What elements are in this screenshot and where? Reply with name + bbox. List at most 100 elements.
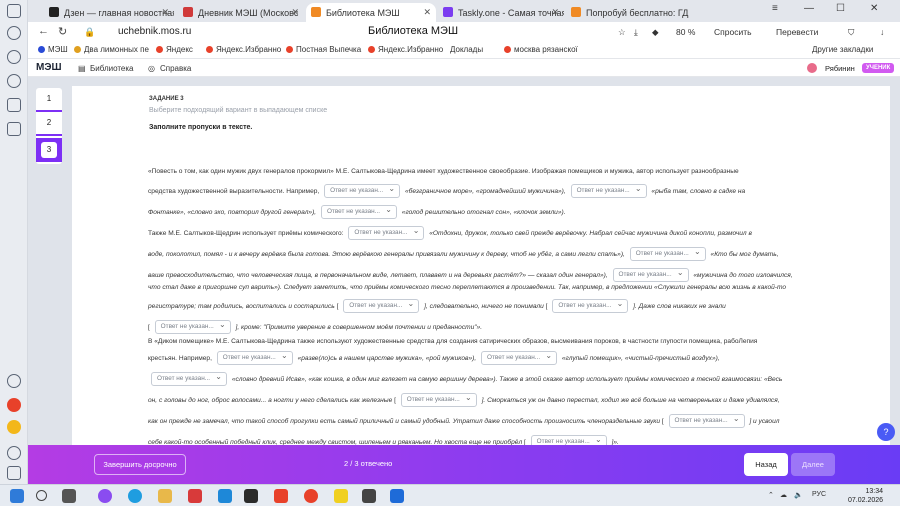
user-name[interactable]: Рябинин: [825, 64, 855, 73]
tray-up-icon[interactable]: ⌃: [768, 491, 774, 499]
question-1-button[interactable]: 1: [36, 88, 62, 112]
minimize-icon[interactable]: —: [804, 3, 814, 14]
bookmark-item[interactable]: Яндекс: [156, 45, 193, 54]
avatar[interactable]: [807, 63, 817, 73]
edge-icon[interactable]: [128, 489, 142, 503]
answer-dropdown[interactable]: Ответ не указан...: [400, 392, 477, 407]
extension-icon[interactable]: ◆: [652, 27, 659, 38]
task-card: ЗАДАНИЕ 3 Выберите подходящий вариант в …: [72, 86, 890, 449]
url-field[interactable]: uchebnik.mos.ru: [118, 26, 191, 37]
yandex-icon: [206, 46, 213, 53]
search-icon[interactable]: [36, 490, 47, 501]
question-2-button[interactable]: 2: [36, 112, 62, 136]
store-icon[interactable]: [188, 489, 202, 503]
task-instruction: Заполните пропуски в тексте.: [149, 124, 253, 131]
translate-icon[interactable]: [7, 50, 21, 64]
tab-label: Попробуй бесплатно: ГД: [586, 7, 689, 18]
app-icon[interactable]: [362, 489, 376, 503]
sidebar-toggle-icon[interactable]: [7, 4, 21, 18]
app-icon[interactable]: [244, 489, 258, 503]
close-icon[interactable]: ✕: [161, 7, 169, 18]
tab-diary[interactable]: Дневник МЭШ (Московс ✕: [178, 3, 304, 22]
text-segment: крестьян. Например,: [148, 354, 212, 362]
answer-dropdown[interactable]: Ответ не указан...: [629, 246, 706, 261]
mesh-logo[interactable]: МЭШ: [36, 62, 62, 73]
close-icon[interactable]: ✕: [291, 7, 299, 18]
bookmark-item[interactable]: Два лимонных пе: [74, 45, 149, 54]
answer-dropdown[interactable]: Ответ не указан...: [348, 225, 425, 240]
add-panel-icon[interactable]: [7, 374, 21, 388]
tab-label: Дзен — главная новостная: [64, 7, 174, 18]
answer-dropdown[interactable]: Ответ не указан...: [151, 371, 227, 386]
yandex-browser-icon[interactable]: [304, 489, 318, 503]
answer-dropdown[interactable]: Ответ не указан...: [216, 350, 293, 365]
close-icon[interactable]: ✕: [423, 7, 431, 18]
help-link[interactable]: Справка: [160, 64, 191, 73]
close-icon[interactable]: ✕: [551, 7, 559, 18]
bookmark-item[interactable]: Постная Выпечка: [286, 45, 361, 54]
text-line: воде, поколотил, помял - и к вечеру верё…: [148, 246, 779, 261]
shield-icon[interactable]: ⛉: [848, 27, 854, 38]
mail-app-icon[interactable]: [7, 398, 21, 412]
zoom-level[interactable]: 80 %: [676, 27, 695, 37]
bookmark-folder[interactable]: Доклады: [440, 45, 483, 54]
answer-dropdown[interactable]: Ответ не указан...: [570, 183, 647, 198]
office-icon[interactable]: [274, 489, 288, 503]
volume-icon[interactable]: 🔈: [794, 491, 803, 499]
market-app-icon[interactable]: [7, 420, 21, 434]
clock[interactable]: 13:34 07.02.2026: [848, 487, 883, 505]
library-link[interactable]: Библиотека: [90, 64, 134, 73]
answer-dropdown[interactable]: Ответ не указан...: [320, 204, 397, 219]
answer-dropdown[interactable]: Ответ не указан...: [324, 183, 401, 198]
bookmark-item[interactable]: Яндекс.Избранно: [206, 45, 281, 54]
app-icon[interactable]: [390, 489, 404, 503]
file-explorer-icon[interactable]: [158, 489, 172, 503]
finish-early-button[interactable]: Завершить досрочно: [94, 454, 186, 475]
question-3-button[interactable]: 3: [36, 138, 62, 162]
bookmark-item[interactable]: москва рязанскої: [504, 45, 578, 54]
video-icon[interactable]: [7, 74, 21, 88]
back-button[interactable]: Назад: [744, 453, 788, 476]
tab-library[interactable]: Библиотека МЭШ ✕: [306, 3, 436, 22]
history-icon[interactable]: [7, 26, 21, 40]
tab-dzen[interactable]: Дзен — главная новостная ✕: [44, 3, 174, 22]
mesh-icon: [38, 46, 45, 53]
text-segment: «Отдохни, дружок, только свей прежде вер…: [429, 229, 752, 237]
bookmark-item[interactable]: МЭШ: [38, 45, 68, 54]
download-icon[interactable]: ⤓: [634, 27, 638, 38]
bookmark-item[interactable]: Яндекс.Избранно: [368, 45, 443, 54]
alice-icon[interactable]: [98, 489, 112, 503]
answer-dropdown[interactable]: Ответ не указан...: [154, 319, 231, 334]
task-view-icon[interactable]: [62, 489, 76, 503]
tab-taskly[interactable]: Taskly.one - Самая точная ✕: [438, 3, 564, 22]
answer-dropdown[interactable]: Ответ не указан...: [612, 267, 689, 282]
language-indicator[interactable]: РУС: [812, 491, 826, 498]
back-arrow-icon[interactable]: ←: [38, 25, 49, 37]
answer-dropdown[interactable]: Ответ не указан...: [668, 413, 745, 428]
reload-icon[interactable]: ↻: [58, 25, 67, 38]
collections-icon[interactable]: [7, 98, 21, 112]
tab-try-free[interactable]: Попробуй бесплатно: ГД: [566, 3, 690, 22]
downloads-icon[interactable]: ↓: [880, 27, 884, 37]
notes-icon[interactable]: [7, 122, 21, 136]
next-button[interactable]: Далее: [791, 453, 835, 476]
windows-start-icon[interactable]: [10, 489, 24, 503]
text-segment: «глупый помещик», «чистый-пречистый возд…: [561, 354, 720, 362]
tab-actions-icon[interactable]: ≡: [772, 3, 778, 14]
help-button[interactable]: ?: [877, 423, 895, 441]
music-app-icon[interactable]: [7, 446, 21, 460]
settings-icon[interactable]: [7, 466, 21, 480]
window-close-icon[interactable]: ✕: [870, 3, 878, 14]
answer-dropdown[interactable]: Ответ не указан...: [552, 298, 629, 313]
yandex-app-icon[interactable]: [334, 489, 348, 503]
ask-button[interactable]: Спросить: [714, 27, 752, 37]
maximize-icon[interactable]: ☐: [836, 3, 845, 14]
other-bookmarks-folder[interactable]: Другие закладки: [802, 45, 873, 54]
answer-dropdown[interactable]: Ответ не указан...: [481, 350, 558, 365]
network-icon[interactable]: ☁: [780, 491, 787, 499]
skype-icon[interactable]: [218, 489, 232, 503]
answer-dropdown[interactable]: Ответ не указан...: [343, 298, 420, 313]
bookmark-star-icon[interactable]: ☆: [618, 27, 626, 38]
site-security-icon[interactable]: 🔒: [84, 27, 95, 38]
translate-button[interactable]: Перевести: [776, 27, 818, 37]
